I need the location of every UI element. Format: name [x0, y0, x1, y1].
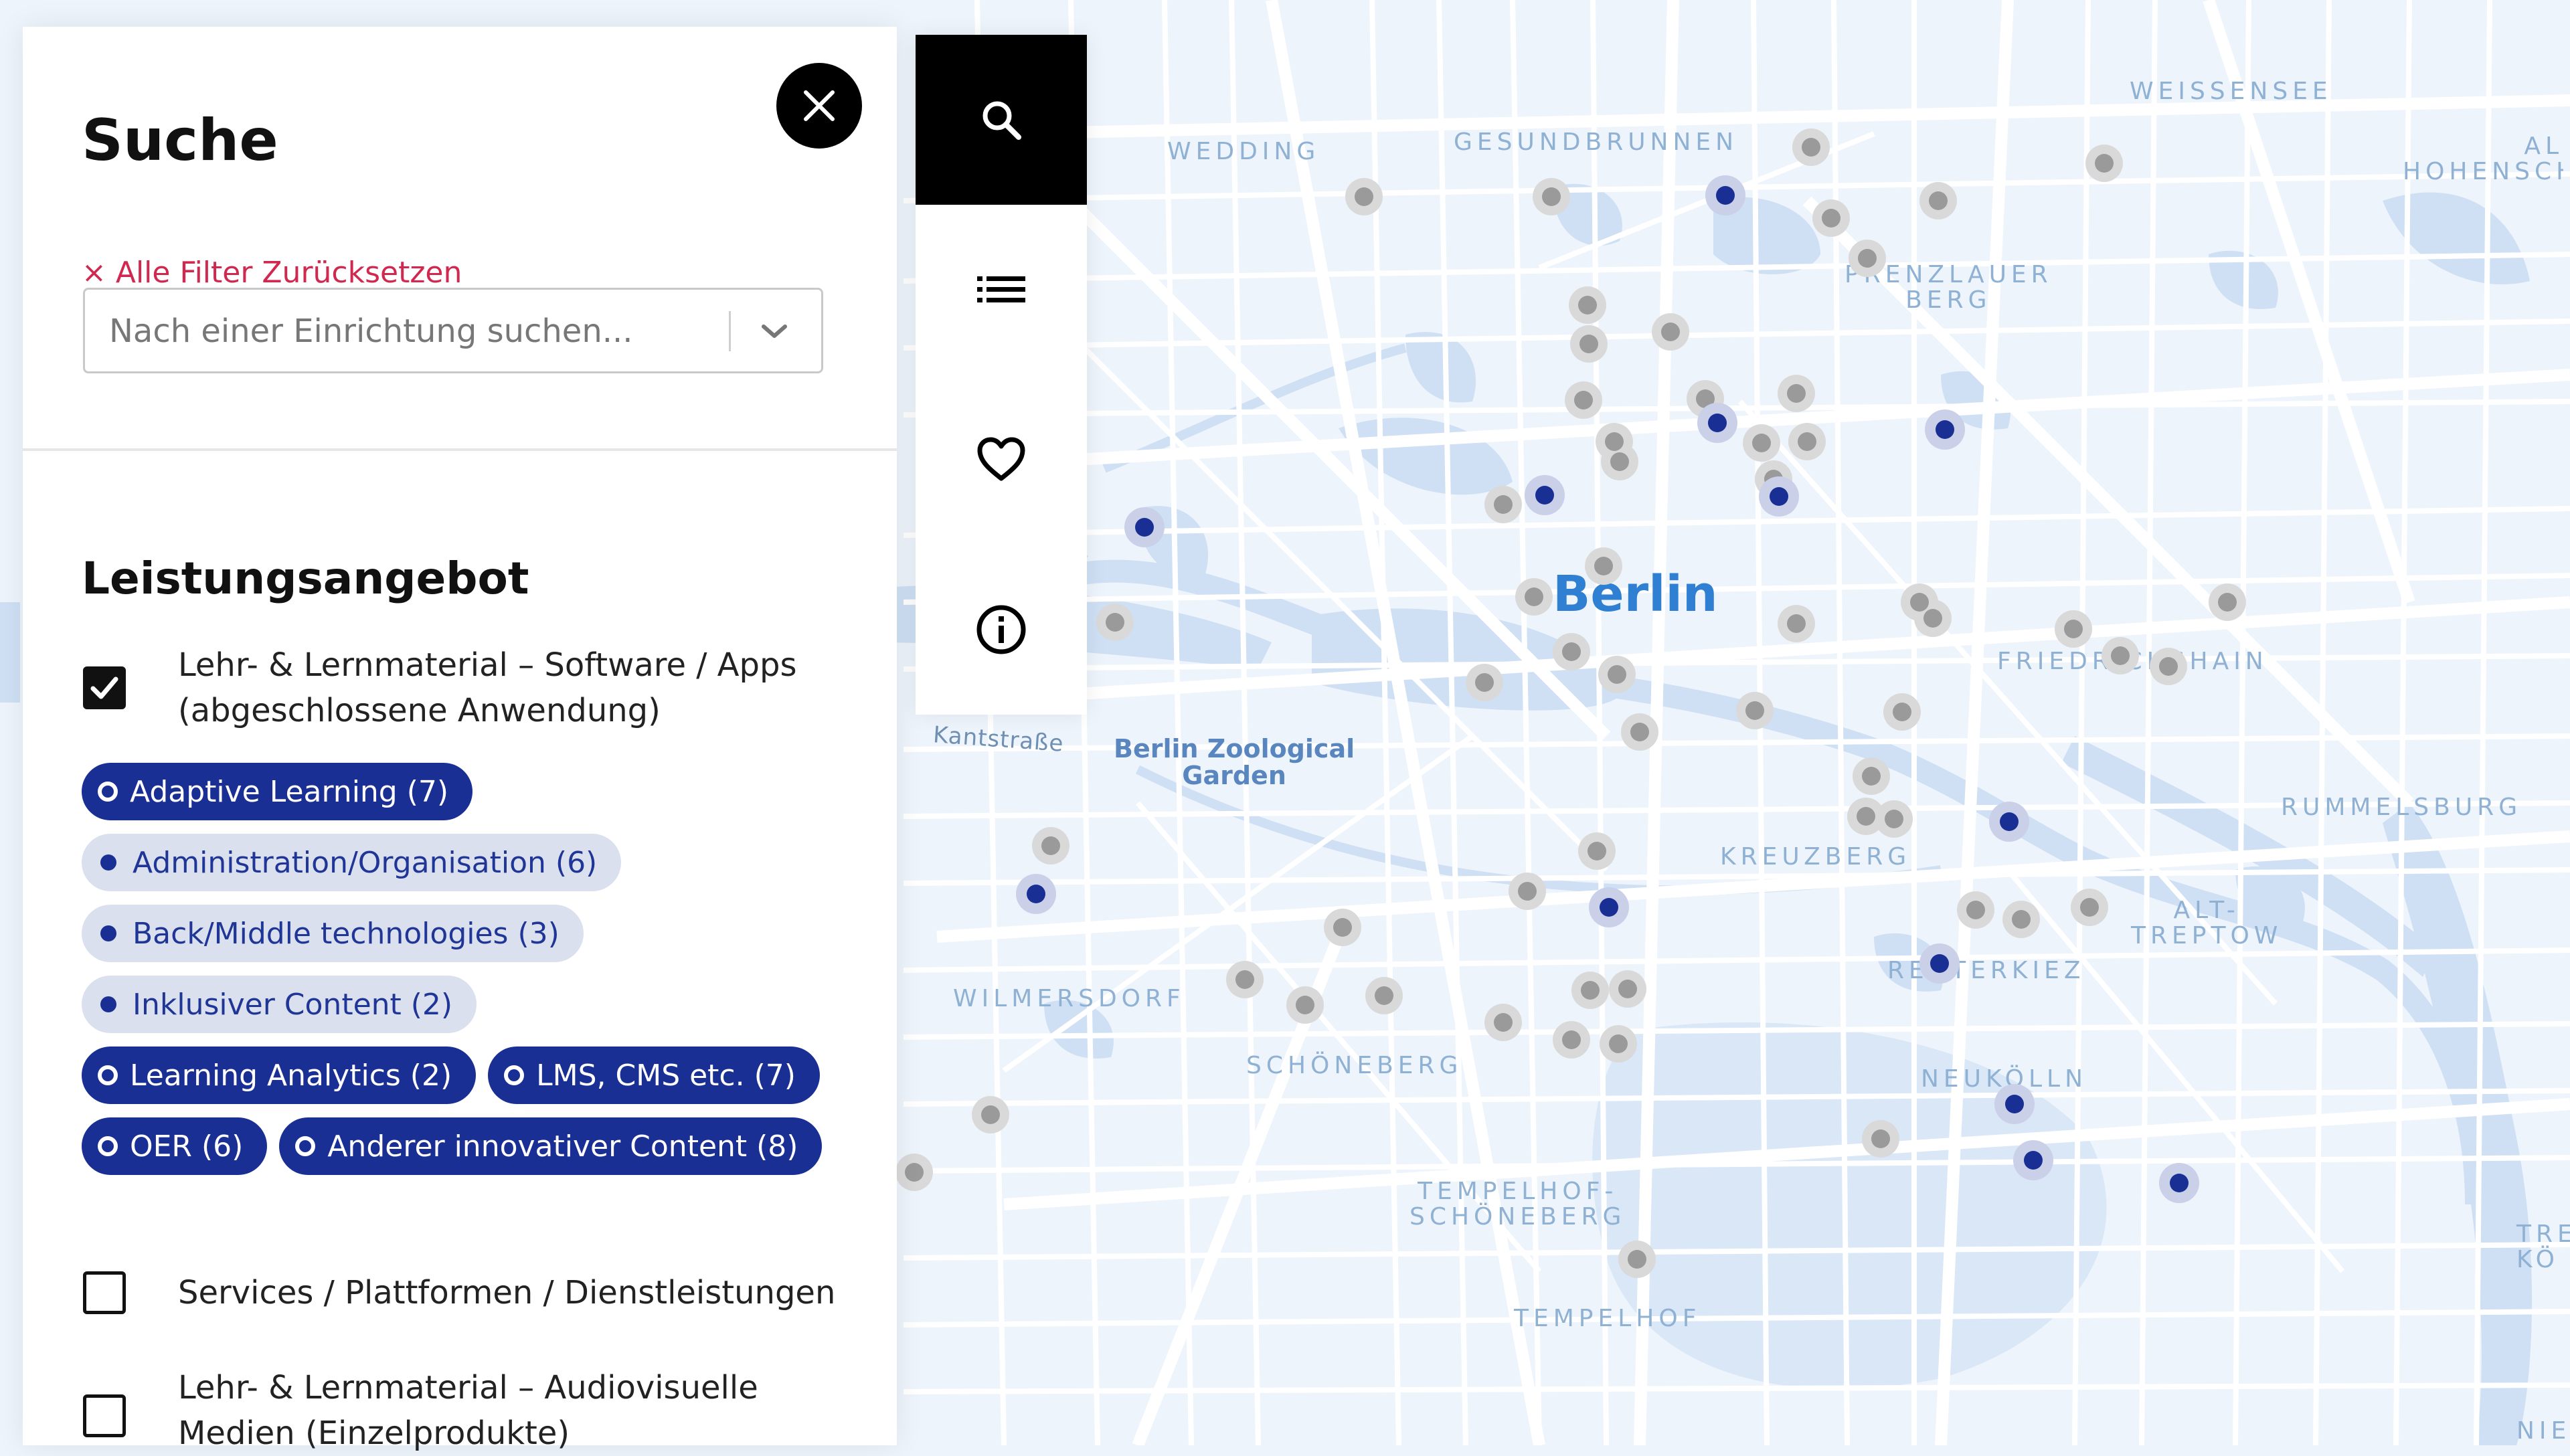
chip-label: Administration/Organisation (6)	[133, 845, 598, 880]
district-label-rummelsburg: RUMMELSBURG	[2281, 794, 2522, 821]
category-label: Lehr- & Lernmaterial – Audiovisuelle Med…	[178, 1369, 758, 1452]
district-label-friedrichshain: FRIEDRICHSHAIN	[1997, 648, 2268, 675]
chip-label: LMS, CMS etc. (7)	[536, 1058, 796, 1093]
district-label-schoeneberg: SCHÖNEBERG	[1246, 1052, 1463, 1079]
district-label-tempelhof-schoeneberg: TEMPELHOF- SCHÖNEBERG	[1409, 1178, 1626, 1231]
category-checkbox[interactable]	[83, 666, 126, 709]
search-panel: Suche × Alle Filter Zurücksetzen Leistun…	[23, 27, 897, 1452]
subcategory-chips: Adaptive Learning (7) Administration/Org…	[82, 763, 845, 1188]
list-icon	[977, 276, 1025, 302]
district-label-treptow-koepenick: TRE KÖ	[2516, 1220, 2570, 1273]
district-label-niederschoeneweide: NIE	[2516, 1417, 2570, 1445]
district-label-alt-treptow: ALT- TREPTOW	[2131, 897, 2283, 949]
chip-label: Learning Analytics (2)	[130, 1058, 452, 1093]
nav-rail	[916, 35, 1087, 715]
category-label: Lehr- & Lernmaterial – Software / Apps (…	[178, 646, 797, 729]
chip-label: OER (6)	[130, 1129, 244, 1164]
district-label-prenzlauer-berg: PRENZLAUER BERG	[1845, 261, 2053, 314]
poi-label-zoo: Berlin Zoological Garden	[1114, 734, 1355, 790]
nav-info-button[interactable]	[916, 545, 1087, 715]
chip-label: Back/Middle technologies (3)	[133, 916, 560, 951]
close-button[interactable]	[776, 63, 862, 149]
district-label-tempelhof: TEMPELHOF	[1514, 1305, 1701, 1332]
field-divider	[729, 311, 731, 351]
category-label: Services / Plattformen / Dienstleistunge…	[178, 1274, 836, 1311]
heart-icon	[977, 437, 1025, 481]
chip-label: Inklusiver Content (2)	[133, 987, 453, 1022]
chip-dot-icon	[100, 854, 116, 871]
district-label-neukoelln: NEUKÖLLN	[1921, 1065, 2088, 1093]
chip-radio-icon	[98, 1136, 118, 1156]
category-checkbox[interactable]	[83, 1394, 126, 1437]
panel-title: Suche	[82, 107, 278, 174]
chip-administration[interactable]: Administration/Organisation (6)	[82, 834, 622, 891]
district-label-wedding: WEDDING	[1167, 138, 1320, 165]
chip-adaptive-learning[interactable]: Adaptive Learning (7)	[82, 763, 473, 820]
chip-radio-icon	[295, 1136, 316, 1156]
dropdown-toggle[interactable]	[748, 310, 801, 354]
panel-divider	[23, 448, 897, 451]
chip-radio-icon	[98, 782, 118, 802]
chip-anderer-content[interactable]: Anderer innovativer Content (8)	[279, 1117, 823, 1175]
reset-filters-link[interactable]: × Alle Filter Zurücksetzen	[82, 256, 462, 290]
info-icon	[976, 605, 1026, 654]
chip-radio-icon	[504, 1065, 525, 1085]
district-label-reuterkiez: REUTERKIEZ	[1887, 957, 2085, 984]
district-label-kreuzberg: KREUZBERG	[1720, 843, 1911, 871]
search-icon	[982, 101, 1021, 140]
nav-favorites-button[interactable]	[916, 375, 1087, 545]
nav-search-button[interactable]	[916, 35, 1087, 205]
chip-back-middle[interactable]: Back/Middle technologies (3)	[82, 905, 584, 962]
city-label-berlin: Berlin	[1553, 565, 1718, 623]
search-field	[83, 288, 823, 373]
nav-list-button[interactable]	[916, 205, 1087, 375]
chip-label: Adaptive Learning (7)	[130, 774, 449, 809]
chip-oer[interactable]: OER (6)	[82, 1117, 268, 1175]
chip-radio-icon	[98, 1065, 118, 1085]
chip-lms-cms[interactable]: LMS, CMS etc. (7)	[488, 1046, 820, 1104]
search-input[interactable]	[108, 290, 740, 373]
chip-inklusiver-content[interactable]: Inklusiver Content (2)	[82, 976, 477, 1033]
category-checkbox[interactable]	[83, 1271, 126, 1314]
section-title: Leistungsangebot	[82, 553, 529, 604]
chip-label: Anderer innovativer Content (8)	[327, 1129, 798, 1164]
close-icon	[804, 90, 835, 121]
district-label-weissensee: WEISSENSEE	[2130, 78, 2332, 105]
chip-dot-icon	[100, 996, 116, 1012]
chevron-down-icon	[762, 325, 787, 338]
chip-dot-icon	[100, 925, 116, 941]
district-label-hohenschoenhausen: AL HOHENSCH	[2403, 134, 2563, 185]
district-label-wilmersdorf: WILMERSDORF	[953, 985, 1185, 1012]
chip-learning-analytics[interactable]: Learning Analytics (2)	[82, 1046, 477, 1104]
checkmark-icon	[90, 676, 118, 699]
district-label-gesundbrunnen: GESUNDBRUNNEN	[1454, 128, 1739, 156]
